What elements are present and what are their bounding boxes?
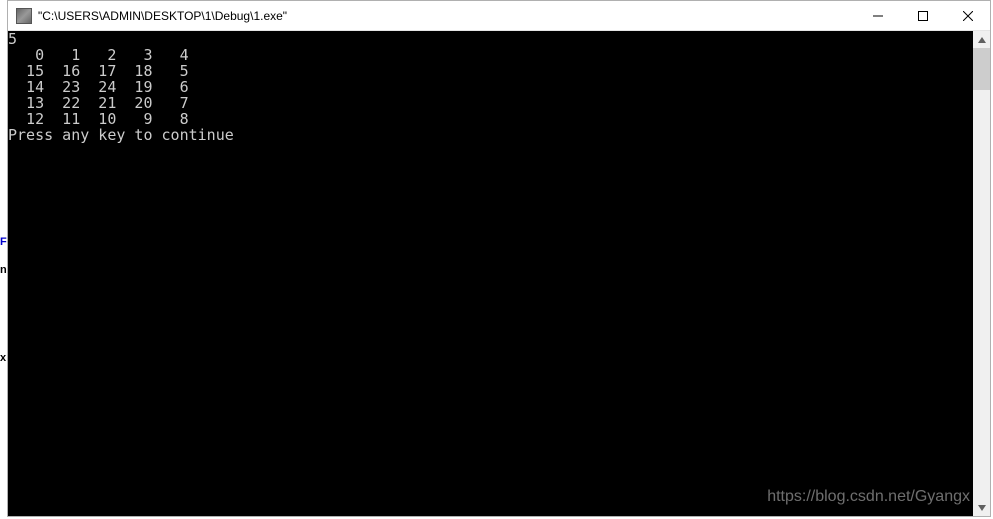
window-title: "C:\USERS\ADMIN\DESKTOP\1\Debug\1.exe" (38, 9, 855, 23)
minimize-button[interactable] (855, 1, 900, 31)
close-icon (963, 11, 973, 21)
scroll-up-button[interactable] (973, 31, 990, 48)
maximize-icon (918, 11, 928, 21)
chevron-up-icon (978, 37, 986, 43)
console-output[interactable]: 5 0 1 2 3 4 15 16 17 18 5 14 23 24 19 6 … (8, 31, 973, 516)
left-edge-strip: F n x (0, 0, 6, 519)
scroll-thumb[interactable] (973, 48, 990, 90)
left-edge-f: F (0, 236, 7, 248)
vertical-scrollbar[interactable] (973, 31, 990, 516)
titlebar[interactable]: "C:\USERS\ADMIN\DESKTOP\1\Debug\1.exe" (8, 1, 990, 31)
window-controls (855, 1, 990, 30)
app-icon (16, 8, 32, 24)
minimize-icon (873, 11, 883, 21)
console-client-area: 5 0 1 2 3 4 15 16 17 18 5 14 23 24 19 6 … (8, 31, 990, 516)
scroll-down-button[interactable] (973, 499, 990, 516)
left-edge-x: x (0, 352, 6, 364)
maximize-button[interactable] (900, 1, 945, 31)
left-edge-n: n (0, 264, 7, 276)
close-button[interactable] (945, 1, 990, 31)
console-window: "C:\USERS\ADMIN\DESKTOP\1\Debug\1.exe" 5… (7, 0, 991, 517)
chevron-down-icon (978, 505, 986, 511)
